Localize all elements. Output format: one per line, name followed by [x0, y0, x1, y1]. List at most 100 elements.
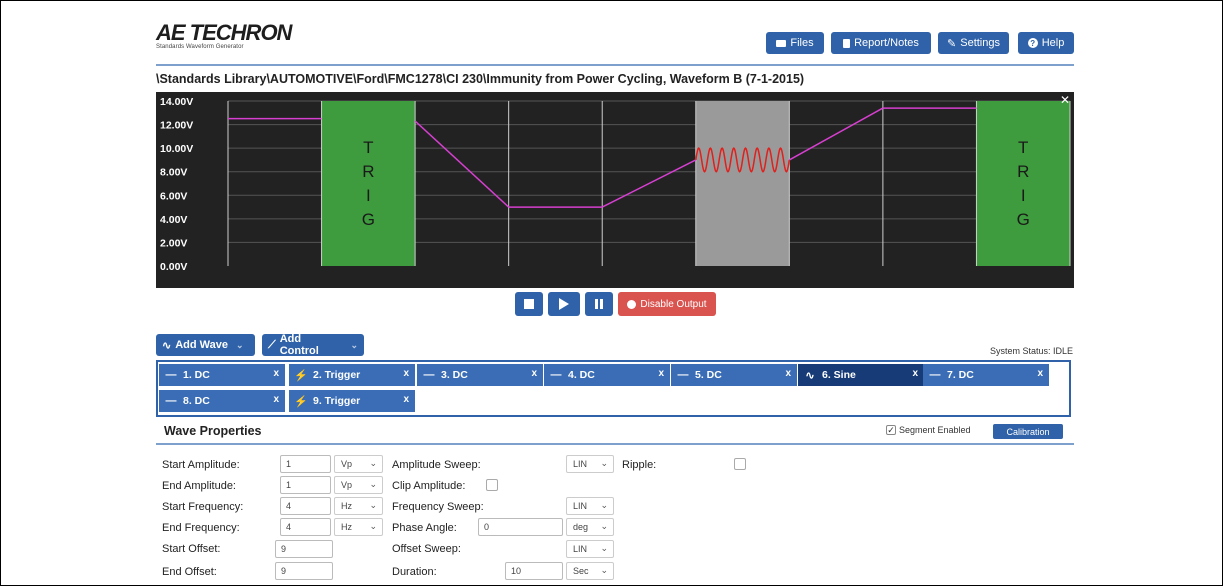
- phase-angle-unit-select[interactable]: deg ⌄: [566, 518, 614, 536]
- start-offset-input[interactable]: 9: [275, 540, 333, 558]
- help-circle-icon: ?: [1027, 38, 1038, 48]
- start-amplitude-label: Start Amplitude:: [162, 459, 240, 471]
- waveform-plot: 14.00V 12.00V 10.00V 8.00V 6.00V 4.00V 2.00V 0.…: [160, 96, 1071, 273]
- start-frequency-unit-select[interactable]: Hz ⌄: [334, 497, 383, 515]
- trigger-letter: G: [362, 210, 375, 229]
- start-amplitude-unit: Vp: [341, 459, 353, 469]
- sine-wave-icon: ∿: [805, 369, 815, 382]
- ripple-checkbox[interactable]: [734, 458, 746, 470]
- clipboard-icon: [843, 38, 851, 48]
- wave-properties-title: Wave Properties: [164, 424, 262, 438]
- end-frequency-label: End Frequency:: [162, 522, 240, 534]
- end-frequency-input[interactable]: 4: [280, 518, 331, 536]
- end-amplitude-unit-select[interactable]: Vp ⌄: [334, 476, 383, 494]
- segment-tab-1[interactable]: — 1. DC x: [159, 364, 285, 386]
- frequency-sweep-value: LIN: [573, 501, 588, 511]
- pause-icon-bar: [600, 299, 603, 309]
- ae-techron-logo: AE TECHRON Standards Waveform Generator: [156, 22, 292, 51]
- segment-remove-icon[interactable]: x: [273, 394, 279, 405]
- segment-enabled-toggle[interactable]: ✓ Segment Enabled: [886, 425, 971, 435]
- trigger-bolt-icon: ⚡: [294, 395, 308, 408]
- segment-label: 4. DC: [568, 369, 595, 381]
- chevron-down-icon: ⌄: [600, 500, 608, 510]
- segment-tab-2[interactable]: ⚡ 2. Trigger x: [289, 364, 415, 386]
- report-notes-button[interactable]: Report/Notes: [831, 32, 931, 54]
- ripple-label: Ripple:: [622, 459, 657, 471]
- segment-label: 1. DC: [183, 369, 210, 381]
- trigger-letter: T: [1018, 138, 1028, 157]
- phase-angle-unit: deg: [573, 522, 589, 532]
- record-icon: [627, 299, 637, 309]
- segment-label: 3. DC: [441, 369, 468, 381]
- offset-sweep-select[interactable]: LIN ⌄: [566, 540, 614, 558]
- stop-button[interactable]: [515, 292, 543, 316]
- add-wave-dropdown[interactable]: ∿ Add Wave ⌄: [156, 334, 255, 356]
- segment-remove-icon[interactable]: x: [912, 368, 918, 379]
- trigger-letter: I: [1021, 186, 1026, 205]
- y-tick-label: 10.00V: [160, 143, 193, 155]
- start-frequency-input[interactable]: 4: [280, 497, 331, 515]
- checkbox-checked-icon[interactable]: ✓: [886, 425, 896, 435]
- amplitude-sweep-select[interactable]: LIN ⌄: [566, 455, 614, 473]
- phase-angle-input[interactable]: 0: [478, 518, 563, 536]
- sine-wave-icon: ∿: [162, 339, 172, 352]
- chevron-down-icon: ⌄: [369, 521, 377, 531]
- end-frequency-unit-select[interactable]: Hz ⌄: [334, 518, 383, 536]
- segment-remove-icon[interactable]: x: [403, 394, 409, 405]
- start-amplitude-unit-select[interactable]: Vp ⌄: [334, 455, 383, 473]
- end-amplitude-unit: Vp: [341, 480, 353, 490]
- segment-tab-5[interactable]: — 5. DC x: [671, 364, 797, 386]
- segment-remove-icon[interactable]: x: [1037, 368, 1043, 379]
- chevron-down-icon: ⌄: [600, 521, 608, 531]
- duration-input[interactable]: 10: [505, 562, 563, 580]
- start-offset-label: Start Offset:: [162, 543, 221, 555]
- y-tick-label: 4.00V: [160, 214, 187, 226]
- segment-remove-icon[interactable]: x: [273, 368, 279, 379]
- segment-tab-7[interactable]: — 7. DC x: [923, 364, 1049, 386]
- pause-button[interactable]: [585, 292, 613, 316]
- trigger-block: [321, 101, 416, 266]
- duration-unit: Sec: [573, 566, 589, 576]
- offset-sweep-value: LIN: [573, 544, 588, 554]
- end-amplitude-input[interactable]: 1: [280, 476, 331, 494]
- chart-close-icon[interactable]: ✕: [1060, 93, 1070, 107]
- chevron-down-icon: ⌄: [235, 339, 244, 350]
- y-tick-label: 2.00V: [160, 237, 187, 249]
- help-button[interactable]: ? Help: [1018, 32, 1074, 54]
- y-tick-label: 8.00V: [160, 167, 187, 179]
- start-frequency-unit: Hz: [341, 501, 352, 511]
- add-wave-label: Add Wave: [175, 339, 228, 351]
- segment-remove-icon[interactable]: x: [658, 368, 664, 379]
- trigger-letter: T: [363, 138, 373, 157]
- dc-line-icon: —: [550, 369, 562, 381]
- chevron-down-icon: ⌄: [350, 339, 358, 350]
- calibration-button[interactable]: Calibration: [993, 424, 1063, 439]
- waveform-chart[interactable]: 14.00V 12.00V 10.00V 8.00V 6.00V 4.00V 2.00V 0.…: [156, 92, 1074, 288]
- segment-remove-icon[interactable]: x: [531, 368, 537, 379]
- segment-tab-4[interactable]: — 4. DC x: [544, 364, 670, 386]
- stop-icon: [524, 299, 534, 309]
- files-button[interactable]: Files: [766, 32, 824, 54]
- settings-button[interactable]: ✎ Settings: [938, 32, 1009, 54]
- add-control-dropdown[interactable]: ⟋ Add Control ⌄: [262, 333, 364, 357]
- end-offset-input[interactable]: 9: [275, 562, 333, 580]
- segment-tab-6[interactable]: ∿ 6. Sine x: [798, 364, 924, 386]
- dc-line-icon: —: [929, 369, 941, 381]
- segment-remove-icon[interactable]: x: [403, 368, 409, 379]
- segment-remove-icon[interactable]: x: [785, 368, 791, 379]
- system-status: System Status: IDLE: [990, 346, 1074, 356]
- start-amplitude-input[interactable]: 1: [280, 455, 331, 473]
- dc-line-icon: —: [165, 395, 177, 407]
- segment-tab-3[interactable]: — 3. DC x: [417, 364, 543, 386]
- frequency-sweep-select[interactable]: LIN ⌄: [566, 497, 614, 515]
- offset-sweep-label: Offset Sweep:: [392, 543, 461, 555]
- end-offset-label: End Offset:: [162, 566, 217, 578]
- disable-output-label: Disable Output: [640, 298, 707, 310]
- segment-tab-9[interactable]: ⚡ 9. Trigger x: [289, 390, 415, 412]
- y-tick-label: 12.00V: [160, 120, 193, 132]
- duration-unit-select[interactable]: Sec ⌄: [566, 562, 614, 580]
- disable-output-button[interactable]: Disable Output: [618, 292, 716, 316]
- segment-tab-8[interactable]: — 8. DC x: [159, 390, 285, 412]
- play-button[interactable]: [548, 292, 580, 316]
- clip-amplitude-checkbox[interactable]: [486, 479, 498, 491]
